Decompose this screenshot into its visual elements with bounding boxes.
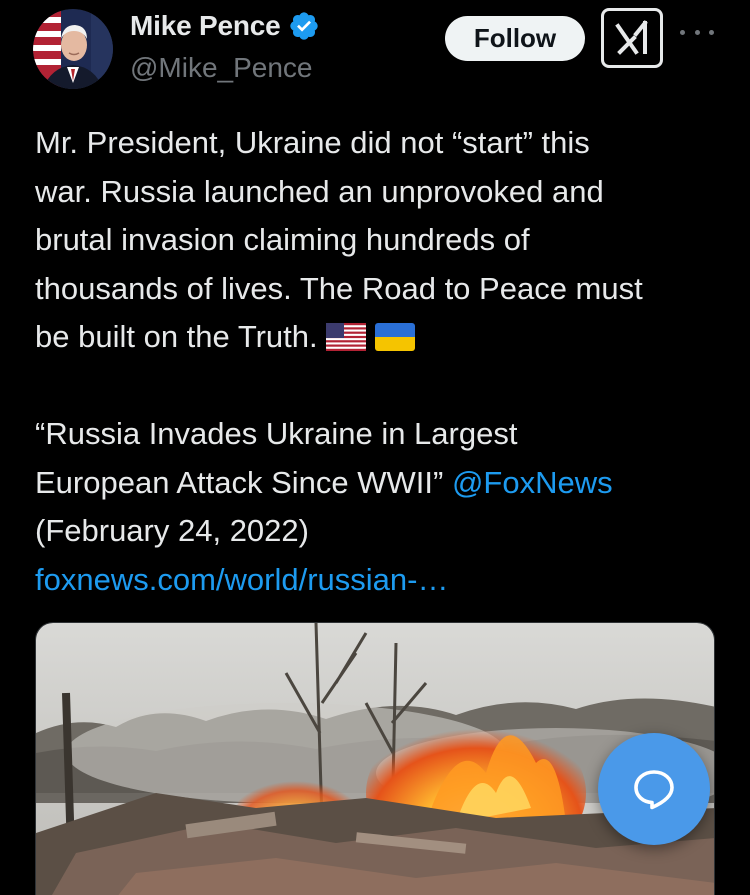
tweet-text: Mr. President, Ukraine did not “start” t…	[35, 119, 725, 604]
author-handle[interactable]: @Mike_Pence	[130, 52, 313, 84]
verified-badge-icon	[289, 12, 318, 40]
reply-fab-button[interactable]	[598, 733, 710, 845]
tweet-line: brutal invasion claiming hundreds of	[35, 222, 530, 257]
grok-button[interactable]	[601, 8, 663, 68]
profile-photo-icon	[33, 9, 113, 89]
grok-icon	[615, 20, 648, 55]
tweet-line: thousands of lives. The Road to Peace mu…	[35, 270, 643, 306]
reply-bubble-icon	[634, 770, 674, 810]
author-name-row[interactable]: Mike Pence	[130, 10, 320, 42]
avatar[interactable]	[33, 9, 113, 89]
quote-line-text: European Attack Since WWII”	[35, 464, 444, 500]
mention-link[interactable]: @FoxNews	[452, 465, 613, 500]
quote-line: European Attack Since WWII” @FoxNews	[35, 459, 725, 508]
tweet-line: Mr. President, Ukraine did not “start” t…	[35, 125, 590, 160]
tweet-line-text: be built on the Truth.	[35, 319, 318, 354]
quote-date: (February 24, 2022)	[35, 513, 309, 548]
tweet-line: war. Russia launched an unprovoked and	[35, 173, 604, 209]
more-dots-icon	[694, 29, 700, 35]
more-options-button[interactable]	[680, 22, 714, 42]
more-dots-icon	[680, 29, 685, 35]
more-dots-icon	[709, 29, 714, 35]
display-name[interactable]: Mike Pence	[130, 10, 281, 42]
quote-line: “Russia Invades Ukraine in Largest	[35, 416, 518, 451]
us-flag-emoji-icon	[326, 323, 367, 351]
article-link[interactable]: foxnews.com/world/russian-…	[35, 556, 725, 605]
ukraine-flag-emoji-icon	[374, 323, 415, 351]
follow-button[interactable]: Follow	[445, 16, 585, 61]
tweet-line: be built on the Truth.	[35, 313, 725, 362]
